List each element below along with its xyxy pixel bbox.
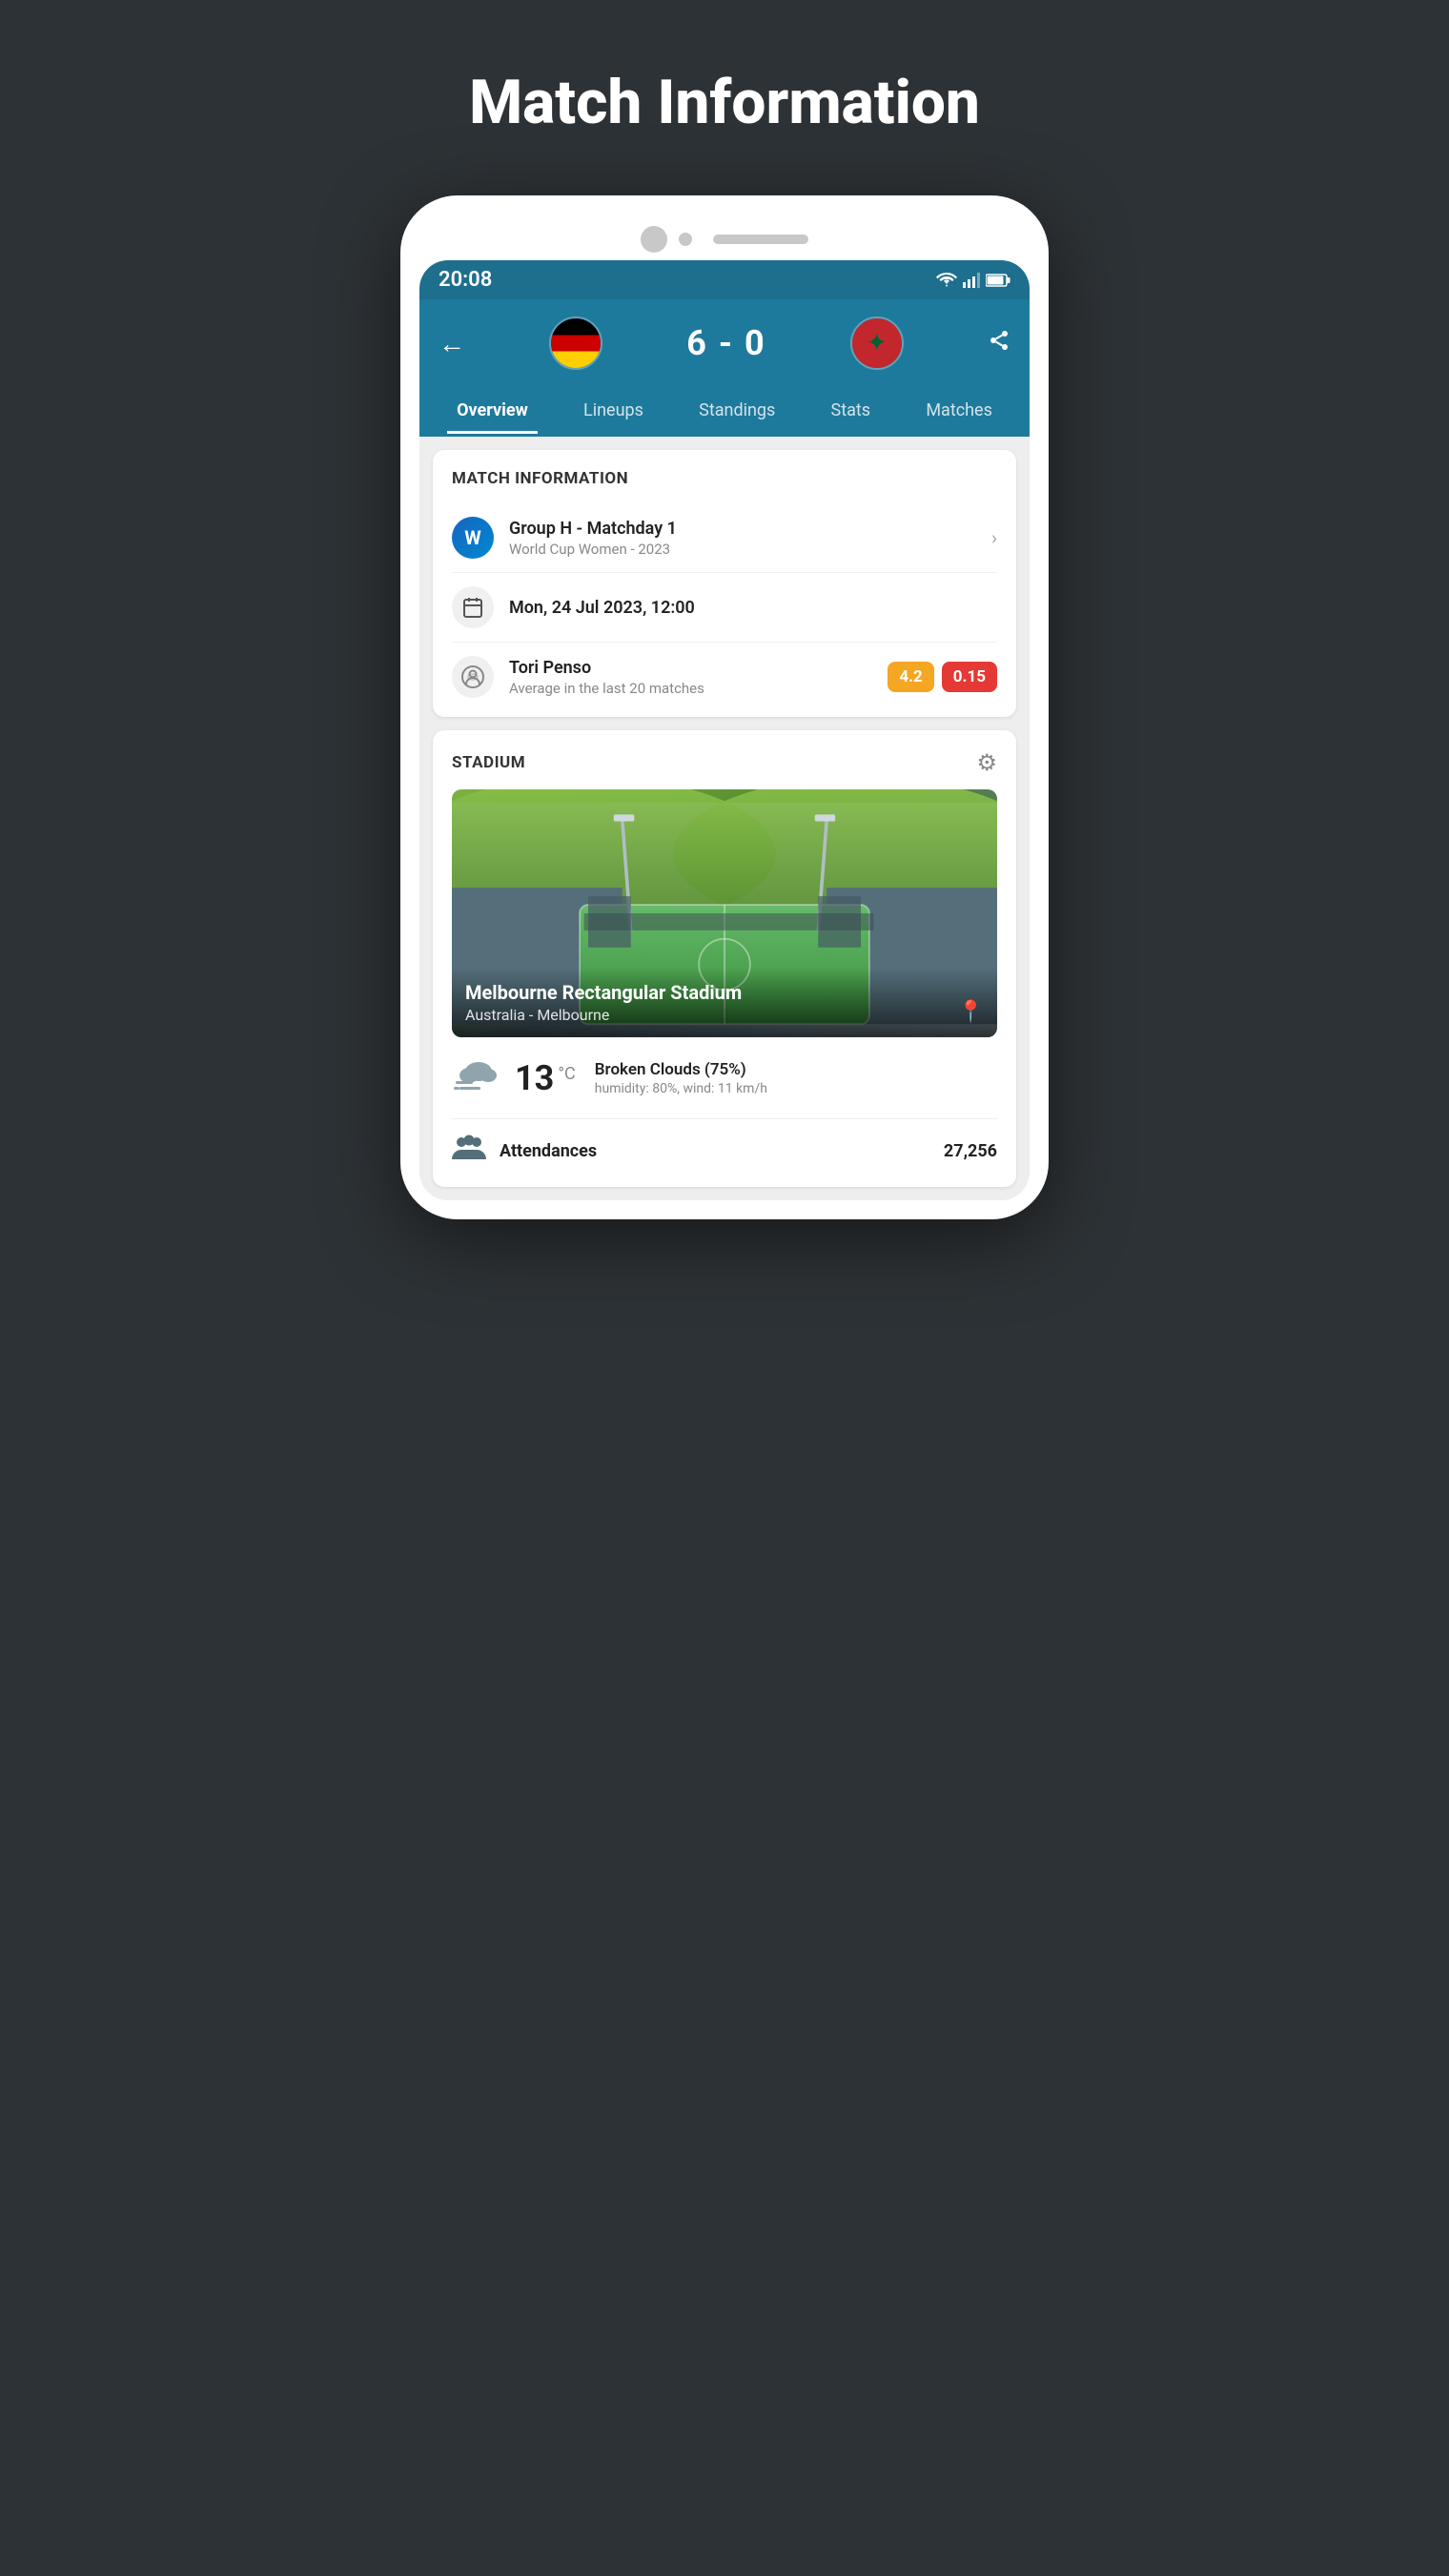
- match-date: Mon, 24 Jul 2023, 12:00: [509, 598, 695, 618]
- nav-tabs: Overview Lineups Standings Stats Matches: [419, 387, 1030, 437]
- battery-icon: [986, 274, 1010, 287]
- stadium-card: STADIUM ⚙: [433, 730, 1016, 1187]
- competition-text: Group H - Matchday 1 World Cup Women - 2…: [509, 519, 677, 558]
- screen-content: MATCH INFORMATION W Group H - Matchday 1…: [419, 437, 1030, 1200]
- signal-icon: [963, 273, 980, 288]
- wifi-icon: [936, 273, 957, 288]
- status-time: 20:08: [439, 268, 492, 292]
- attendance-row: Attendances 27,256: [452, 1119, 997, 1168]
- calendar-icon: [452, 586, 494, 628]
- stadium-overlay: Melbourne Rectangular Stadium Australia …: [452, 968, 997, 1037]
- location-pin-icon[interactable]: 📍: [958, 1000, 984, 1024]
- germany-flag: [549, 317, 602, 370]
- temperature-area: 13 °C: [515, 1058, 595, 1098]
- phone-dot: [679, 233, 692, 246]
- phone-top-bar: [419, 215, 1030, 260]
- temperature-value: 13: [515, 1058, 554, 1098]
- referee-row: Tori Penso Average in the last 20 matche…: [452, 643, 997, 698]
- status-bar: 20:08: [419, 260, 1030, 299]
- tab-lineups[interactable]: Lineups: [574, 387, 653, 434]
- competition-name: Group H - Matchday 1: [509, 519, 677, 539]
- stadium-image: Melbourne Rectangular Stadium Australia …: [452, 789, 997, 1037]
- weather-condition: Broken Clouds (75%): [595, 1060, 767, 1079]
- badge-red: 0.15: [942, 662, 997, 692]
- phone-screen: 20:08: [419, 260, 1030, 1200]
- back-button[interactable]: ←: [439, 328, 465, 359]
- tab-overview[interactable]: Overview: [447, 387, 538, 434]
- weather-desc-area: Broken Clouds (75%) humidity: 80%, wind:…: [595, 1060, 767, 1096]
- referee-name: Tori Penso: [509, 658, 704, 678]
- attendance-value: 27,256: [944, 1141, 997, 1161]
- attendance-left: Attendances: [452, 1135, 597, 1168]
- morocco-flag: ✦: [850, 317, 904, 370]
- weather-row: 13 °C Broken Clouds (75%) humidity: 80%,…: [452, 1037, 997, 1119]
- phone-speaker: [713, 235, 808, 244]
- weather-icon: [452, 1053, 501, 1103]
- weather-details: humidity: 80%, wind: 11 km/h: [595, 1081, 767, 1096]
- tab-matches[interactable]: Matches: [916, 387, 1002, 434]
- stadium-location: Australia - Melbourne: [465, 1006, 742, 1024]
- competition-icon: W: [452, 517, 494, 559]
- stadium-title: STADIUM: [452, 753, 525, 772]
- date-row: Mon, 24 Jul 2023, 12:00: [452, 573, 997, 643]
- phone-frame: 20:08: [400, 195, 1049, 1219]
- badge-yellow: 4.2: [888, 662, 933, 692]
- referee-text: Tori Penso Average in the last 20 matche…: [509, 658, 704, 697]
- attendance-icon: [452, 1135, 486, 1168]
- match-score: 6 - 0: [686, 323, 765, 363]
- phone-camera: [641, 226, 667, 253]
- competition-row[interactable]: W Group H - Matchday 1 World Cup Women -…: [452, 503, 997, 573]
- competition-sub: World Cup Women - 2023: [509, 541, 677, 558]
- match-info-card: MATCH INFORMATION W Group H - Matchday 1…: [433, 450, 1016, 717]
- share-button[interactable]: [988, 329, 1010, 358]
- attendance-label: Attendances: [500, 1141, 597, 1161]
- match-info-title: MATCH INFORMATION: [452, 469, 997, 488]
- stadium-info: Melbourne Rectangular Stadium Australia …: [465, 981, 742, 1024]
- referee-icon: [452, 656, 494, 698]
- match-header: ← 6 - 0 ✦: [419, 299, 1030, 387]
- tab-stats[interactable]: Stats: [822, 387, 881, 434]
- referee-badges: 4.2 0.15: [888, 662, 997, 692]
- stadium-name: Melbourne Rectangular Stadium: [465, 981, 742, 1004]
- gear-icon[interactable]: ⚙: [976, 749, 997, 776]
- stadium-header: STADIUM ⚙: [452, 749, 997, 776]
- status-icons: [936, 273, 1010, 288]
- chevron-right-icon: ›: [991, 526, 997, 549]
- temperature-unit: °C: [558, 1064, 575, 1084]
- referee-sub: Average in the last 20 matches: [509, 680, 704, 697]
- page-title: Match Information: [469, 67, 980, 138]
- tab-standings[interactable]: Standings: [689, 387, 785, 434]
